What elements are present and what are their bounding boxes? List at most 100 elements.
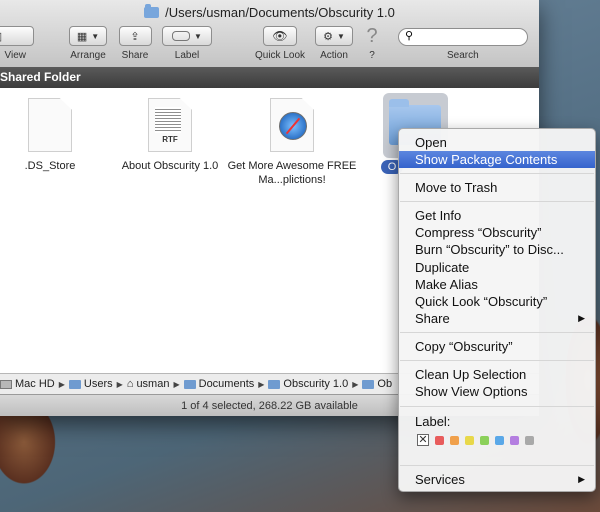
menu-item-clean-up-selection[interactable]: Clean Up Selection xyxy=(399,366,595,383)
share-button[interactable]: ⇪ xyxy=(118,26,152,46)
breadcrumb-item[interactable]: Obscurity 1.0 xyxy=(268,378,348,390)
breadcrumb-separator-icon: ▶ xyxy=(352,379,359,389)
menu-separator xyxy=(400,332,594,333)
search-input[interactable]: ⚲ xyxy=(398,28,528,46)
context-menu: Open Show Package Contents Move to Trash… xyxy=(398,128,596,492)
breadcrumb-item[interactable]: ⌂ usman xyxy=(127,378,170,390)
folder-icon xyxy=(268,379,281,389)
menu-item-services-label: Services xyxy=(415,472,465,487)
breadcrumb-item[interactable]: Documents xyxy=(183,378,254,390)
file-item[interactable]: RTF About Obscurity 1.0 xyxy=(105,98,235,173)
breadcrumb-separator-icon: ▶ xyxy=(258,379,265,389)
compass-icon xyxy=(279,112,307,140)
menu-item-services[interactable]: Services ▶ xyxy=(399,471,595,488)
label-control[interactable]: ▼ Label xyxy=(162,26,212,61)
compass-needle xyxy=(285,117,301,135)
file-name: Get More Awesome FREE Ma...plictions! xyxy=(227,160,357,186)
label-tag-icon xyxy=(172,31,191,41)
menu-item-copy[interactable]: Copy “Obscurity” xyxy=(399,338,595,355)
view-label: View xyxy=(4,50,27,61)
share-icon: ⇪ xyxy=(130,30,140,43)
action-control[interactable]: ⚙ ▼ Action xyxy=(314,26,354,61)
menu-separator xyxy=(400,360,594,361)
text-lines-decor xyxy=(155,107,181,133)
menu-item-show-view-options[interactable]: Show View Options xyxy=(399,383,595,400)
quicklook-control[interactable]: 👁 Quick Look xyxy=(253,26,307,61)
label-label: Label xyxy=(174,50,200,61)
menu-item-make-alias[interactable]: Make Alias xyxy=(399,276,595,293)
rtf-badge: RTF xyxy=(162,135,178,144)
menu-item-show-package-contents[interactable]: Show Package Contents xyxy=(399,151,595,168)
home-icon: ⌂ xyxy=(126,378,134,390)
menu-item-share-label: Share xyxy=(415,311,450,326)
breadcrumb-label: Ob xyxy=(377,378,393,390)
no-label-x-icon[interactable]: ✕ xyxy=(417,434,429,446)
breadcrumb-label: usman xyxy=(136,378,170,390)
label-swatch-yellow[interactable] xyxy=(465,435,474,445)
label-button[interactable]: ▼ xyxy=(162,26,212,46)
breadcrumb-label: Users xyxy=(83,378,113,390)
grid-icon: ▦ xyxy=(76,30,88,43)
share-control[interactable]: ⇪ Share xyxy=(117,26,153,61)
toolbar: /Users/usman/Documents/Obscurity 1.0 ▥ V… xyxy=(0,0,539,68)
breadcrumb-label: Mac HD xyxy=(15,378,55,390)
menu-item-duplicate[interactable]: Duplicate xyxy=(399,259,595,276)
rtf-document-icon: RTF xyxy=(148,98,192,152)
breadcrumb-separator-icon: ▶ xyxy=(173,379,180,389)
folder-icon xyxy=(68,379,81,389)
hard-drive-icon xyxy=(0,379,12,389)
help-label: ? xyxy=(369,50,375,61)
menu-item-share[interactable]: Share ▶ xyxy=(399,310,595,327)
menu-item-quick-look[interactable]: Quick Look “Obscurity” xyxy=(399,293,595,310)
action-button[interactable]: ⚙ ▼ xyxy=(315,26,353,46)
label-swatch-gray[interactable] xyxy=(525,435,534,445)
label-swatch-blue[interactable] xyxy=(495,435,504,445)
search-label: Search xyxy=(447,50,479,61)
menu-separator xyxy=(400,406,594,407)
label-heading: Label: xyxy=(415,414,451,429)
menu-item-get-info[interactable]: Get Info xyxy=(399,207,595,224)
breadcrumb-item[interactable]: Ob xyxy=(362,378,392,390)
arrange-button[interactable]: ▦ ▼ xyxy=(69,26,107,46)
section-header: Shared Folder xyxy=(0,67,539,88)
menu-separator xyxy=(400,465,594,466)
share-label: Share xyxy=(121,50,149,61)
window-title: /Users/usman/Documents/Obscurity 1.0 xyxy=(0,3,539,21)
blank-document-icon xyxy=(28,98,72,152)
action-label: Action xyxy=(320,50,348,61)
file-item[interactable]: .DS_Store xyxy=(0,98,115,173)
column-view-icon: ▥ xyxy=(0,30,2,43)
chevron-down-icon: ▼ xyxy=(336,31,345,41)
window-title-text: /Users/usman/Documents/Obscurity 1.0 xyxy=(165,4,395,20)
file-item[interactable]: Get More Awesome FREE Ma...plictions! xyxy=(227,98,357,187)
menu-separator xyxy=(400,201,594,202)
menu-item-move-to-trash[interactable]: Move to Trash xyxy=(399,179,595,196)
label-swatch-orange[interactable] xyxy=(450,435,459,445)
breadcrumb-item[interactable]: Users xyxy=(68,378,113,390)
quicklook-button[interactable]: 👁 xyxy=(263,26,297,46)
help-icon[interactable]: ? xyxy=(362,26,382,46)
menu-item-compress[interactable]: Compress “Obscurity” xyxy=(399,224,595,241)
search-icon: ⚲ xyxy=(405,30,414,42)
file-name: About Obscurity 1.0 xyxy=(121,160,219,172)
desktop-wallpaper-art xyxy=(0,410,60,490)
breadcrumb-separator-icon: ▶ xyxy=(116,379,123,389)
menu-item-burn-to-disc[interactable]: Burn “Obscurity” to Disc... xyxy=(399,241,595,258)
quicklook-label: Quick Look xyxy=(254,50,306,61)
menu-item-open[interactable]: Open xyxy=(399,134,595,151)
breadcrumb-separator-icon: ▶ xyxy=(58,379,65,389)
label-color-swatches: ✕ xyxy=(417,434,534,446)
view-segmented-button[interactable]: ▥ xyxy=(0,26,34,46)
view-control[interactable]: ▥ View xyxy=(0,26,34,61)
label-swatch-green[interactable] xyxy=(480,435,489,445)
breadcrumb-item[interactable]: Mac HD xyxy=(0,378,55,390)
submenu-arrow-icon: ▶ xyxy=(578,474,585,484)
eye-icon: 👁 xyxy=(272,29,288,43)
label-swatch-red[interactable] xyxy=(435,435,444,445)
help-control[interactable]: ? ? xyxy=(362,26,382,61)
chevron-down-icon: ▼ xyxy=(91,31,100,41)
chevron-down-icon: ▼ xyxy=(194,31,202,41)
arrange-control[interactable]: ▦ ▼ Arrange xyxy=(68,26,108,61)
arrange-label: Arrange xyxy=(70,50,106,61)
label-swatch-purple[interactable] xyxy=(510,435,519,445)
